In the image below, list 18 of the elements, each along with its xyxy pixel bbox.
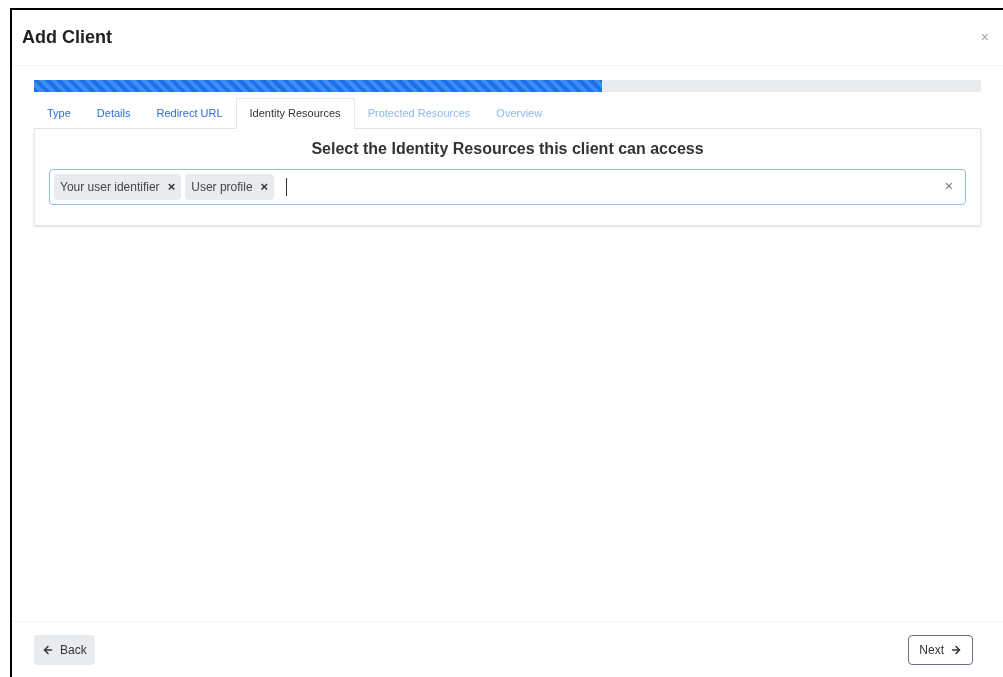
step-tab[interactable]: Identity Resources (235, 98, 355, 129)
close-button[interactable]: × (976, 27, 993, 48)
panel-heading: Select the Identity Resources this client can access (310, 138, 705, 159)
back-button[interactable]: Back (34, 634, 95, 665)
tag-label: Your user identifier (60, 178, 160, 196)
left-arrow-icon (42, 643, 54, 656)
resource-select-field[interactable]: Your user identifier × User profile × × (49, 168, 966, 205)
next-button[interactable]: Next (908, 634, 973, 665)
step-tab[interactable]: Redirect URL (143, 98, 236, 128)
step-tab[interactable]: Type (34, 98, 84, 128)
step-tab[interactable]: Details (83, 98, 144, 128)
remove-tag-button[interactable]: × (260, 176, 269, 197)
remove-tag-button[interactable]: × (167, 176, 176, 197)
text-cursor (286, 177, 288, 196)
clear-button[interactable]: × (936, 176, 961, 197)
dialog-title: Add Client (22, 26, 112, 49)
right-arrow-icon (950, 643, 962, 656)
tag-label: User profile (191, 178, 253, 196)
